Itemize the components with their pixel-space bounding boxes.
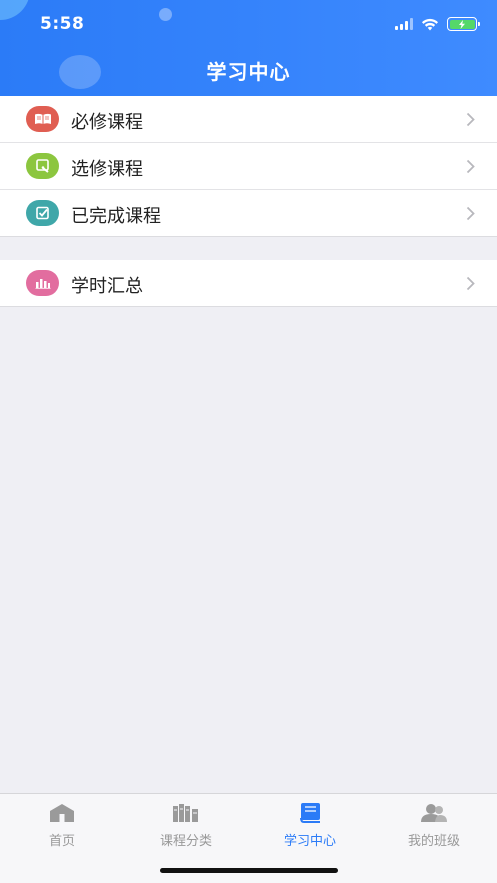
tab-course-categories[interactable]: 课程分类 <box>124 794 248 854</box>
list-item-label: 已完成课程 <box>71 206 161 227</box>
decor-bubble <box>159 8 172 21</box>
tab-label: 学习中心 <box>283 834 336 849</box>
chevron-right-icon <box>466 159 475 174</box>
status-time: 5:58 <box>40 14 85 34</box>
battery-icon <box>447 17 480 31</box>
wifi-icon <box>421 18 439 31</box>
books-icon <box>172 802 200 824</box>
chevron-right-icon <box>466 206 475 221</box>
list-item-label: 学时汇总 <box>71 276 143 297</box>
home-indicator[interactable] <box>160 868 338 873</box>
list-item-label: 必修课程 <box>71 112 143 133</box>
list-item-study-hours-summary[interactable]: 学时汇总 <box>0 260 497 307</box>
home-icon <box>49 802 75 824</box>
users-icon <box>420 802 448 824</box>
tab-my-class[interactable]: 我的班级 <box>372 794 496 854</box>
edit-icon <box>26 153 59 179</box>
book-open-icon <box>26 106 59 132</box>
list-item-required-courses[interactable]: 必修课程 <box>0 96 497 143</box>
bar-chart-icon <box>26 270 59 296</box>
checkbox-icon <box>26 200 59 226</box>
tab-label: 我的班级 <box>407 834 460 849</box>
chevron-right-icon <box>466 276 475 291</box>
tab-learning-center[interactable]: 学习中心 <box>248 794 372 854</box>
list-item-label: 选修课程 <box>71 159 143 180</box>
tab-home[interactable]: 首页 <box>0 794 124 854</box>
course-list: 必修课程 选修课程 已完成课程 <box>0 96 497 237</box>
header: 5:58 学习中心 <box>0 0 497 96</box>
charging-bolt-icon <box>459 19 465 29</box>
list-item-elective-courses[interactable]: 选修课程 <box>0 143 497 190</box>
tab-label: 首页 <box>48 834 75 849</box>
signal-icon <box>395 18 413 30</box>
chevron-right-icon <box>466 112 475 127</box>
status-icons <box>395 16 480 32</box>
book-icon <box>298 802 322 824</box>
page-title: 学习中心 <box>206 60 291 84</box>
hours-list: 学时汇总 <box>0 260 497 307</box>
tab-label: 课程分类 <box>159 834 212 849</box>
list-item-completed-courses[interactable]: 已完成课程 <box>0 190 497 237</box>
decor-bubble <box>0 0 30 20</box>
